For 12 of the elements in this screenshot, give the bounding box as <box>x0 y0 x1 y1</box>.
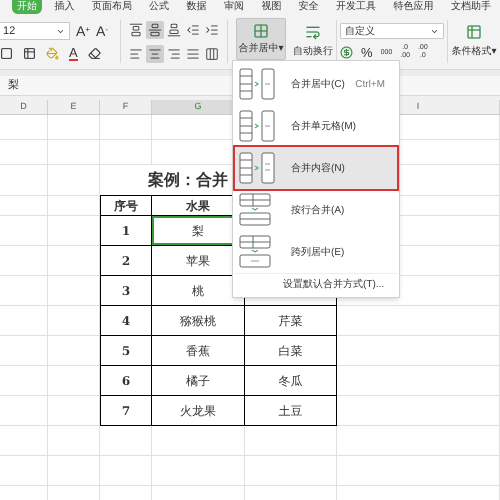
table-cell: 6 <box>100 366 152 396</box>
table-cell: 2 <box>100 246 152 276</box>
table-cell: 3 <box>100 276 152 306</box>
table-cell: 5 <box>100 336 152 366</box>
table-cell: 白菜 <box>245 336 337 366</box>
table-cell: 冬瓜 <box>245 366 337 396</box>
table-cell: 1 <box>100 216 152 246</box>
table-cell: 7 <box>100 396 152 426</box>
table-cell: 芹菜 <box>245 306 337 336</box>
table-cell: 4 <box>100 306 152 336</box>
header-cell: 序号 <box>100 196 152 216</box>
table-cell: 土豆 <box>245 396 337 426</box>
